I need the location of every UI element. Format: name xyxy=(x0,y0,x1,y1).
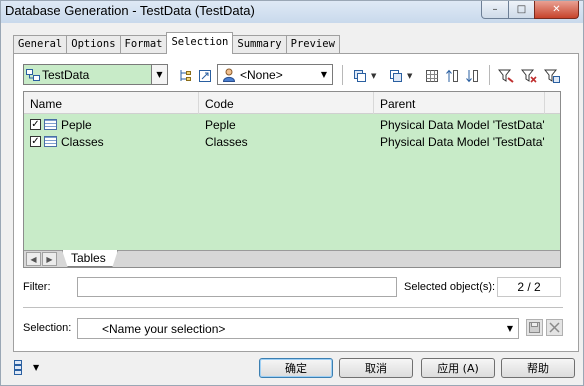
sort-down-icon[interactable] xyxy=(464,68,480,84)
tab-format[interactable]: Format xyxy=(119,35,168,54)
selection-combo-value: <Name your selection> xyxy=(102,321,226,336)
selection-label: Selection: xyxy=(23,322,72,334)
chevron-down-icon[interactable]: ▼ xyxy=(151,65,167,84)
sheet-tab-bar: ◀ ▶ Tables xyxy=(24,250,560,267)
toolbar-separator xyxy=(342,65,343,85)
row-code: Classes xyxy=(205,135,248,149)
grid-icon[interactable] xyxy=(424,68,440,84)
scroll-left-icon[interactable]: ◀ xyxy=(26,252,41,266)
chevron-down-icon[interactable]: ▼ xyxy=(502,319,518,338)
help-button[interactable]: 帮助 xyxy=(501,358,575,378)
column-header-parent[interactable]: Parent xyxy=(374,92,545,114)
filter-input[interactable] xyxy=(77,277,397,297)
table-icon xyxy=(44,136,57,147)
name-cell: ✓ Classes xyxy=(24,134,199,151)
chevron-down-icon[interactable]: ▼ xyxy=(371,72,376,80)
tab-summary[interactable]: Summary xyxy=(232,35,287,54)
selected-objects-count: 2 / 2 xyxy=(497,277,561,297)
dialog-window: Database Generation - TestData (TestData… xyxy=(0,0,584,386)
table-icon xyxy=(44,119,57,130)
column-header-name[interactable]: Name xyxy=(24,92,199,114)
deselect-all-icon[interactable] xyxy=(388,68,404,84)
chevron-down-icon[interactable]: ▼ xyxy=(407,72,412,80)
divider xyxy=(23,307,563,308)
owner-combo[interactable]: <None> ▼ xyxy=(217,64,333,85)
apply-button[interactable]: 应用 (A) xyxy=(421,358,495,378)
tab-options[interactable]: Options xyxy=(66,35,121,54)
tree-icon[interactable] xyxy=(177,68,193,84)
properties-icon[interactable] xyxy=(197,68,213,84)
close-button[interactable]: ✕ xyxy=(534,1,579,19)
grid-header: Name Code Parent xyxy=(24,92,560,114)
row-code: Peple xyxy=(205,118,236,132)
model-combo-value: TestData xyxy=(42,67,90,82)
filter-icon[interactable] xyxy=(498,68,514,84)
cancel-button[interactable]: 取消 xyxy=(339,358,413,378)
filter-options-icon[interactable] xyxy=(544,68,560,84)
model-combo[interactable]: TestData ▼ xyxy=(23,64,168,85)
row-parent: Physical Data Model 'TestData' xyxy=(380,118,545,132)
toolbar-separator xyxy=(489,65,490,85)
model-icon xyxy=(26,68,40,81)
window-title: Database Generation - TestData (TestData… xyxy=(5,3,255,18)
clear-filter-icon[interactable] xyxy=(521,68,537,84)
column-header-code[interactable]: Code xyxy=(199,92,374,114)
select-all-icon[interactable] xyxy=(352,68,368,84)
row-name: Classes xyxy=(61,135,104,149)
row-checkbox[interactable]: ✓ xyxy=(30,119,41,130)
row-name: Peple xyxy=(61,118,92,132)
selected-objects-label: Selected object(s): xyxy=(404,281,496,293)
owner-combo-value: <None> xyxy=(240,67,283,82)
sheet-tab-tables[interactable]: Tables xyxy=(62,250,118,267)
objects-grid[interactable]: Name Code Parent ✓ Peple Peple Physical … xyxy=(23,91,561,268)
model-options-icon[interactable] xyxy=(13,359,29,375)
tab-selection[interactable]: Selection xyxy=(166,32,234,54)
chevron-down-icon[interactable]: ▼ xyxy=(316,65,332,84)
user-icon xyxy=(222,68,236,82)
tab-preview[interactable]: Preview xyxy=(285,35,340,54)
save-selection-icon[interactable] xyxy=(526,319,543,336)
tab-strip: General Options Format Selection Summary… xyxy=(13,32,340,54)
minimize-button[interactable]: – xyxy=(481,1,509,19)
row-parent: Physical Data Model 'TestData' xyxy=(380,135,545,149)
scroll-right-icon[interactable]: ▶ xyxy=(42,252,57,266)
table-row[interactable]: ✓ Classes Classes Physical Data Model 'T… xyxy=(24,134,560,151)
row-checkbox[interactable]: ✓ xyxy=(30,136,41,147)
chevron-down-icon[interactable]: ▼ xyxy=(33,363,39,372)
tab-general[interactable]: General xyxy=(13,35,68,54)
table-row[interactable]: ✓ Peple Peple Physical Data Model 'TestD… xyxy=(24,117,560,134)
sort-up-icon[interactable] xyxy=(444,68,460,84)
selection-combo[interactable]: <Name your selection> ▼ xyxy=(77,318,519,339)
name-cell: ✓ Peple xyxy=(24,117,199,134)
delete-selection-icon[interactable] xyxy=(546,319,563,336)
filter-label: Filter: xyxy=(23,281,51,293)
ok-button[interactable]: 确定 xyxy=(259,358,333,378)
maximize-button[interactable]: □ xyxy=(508,1,535,19)
